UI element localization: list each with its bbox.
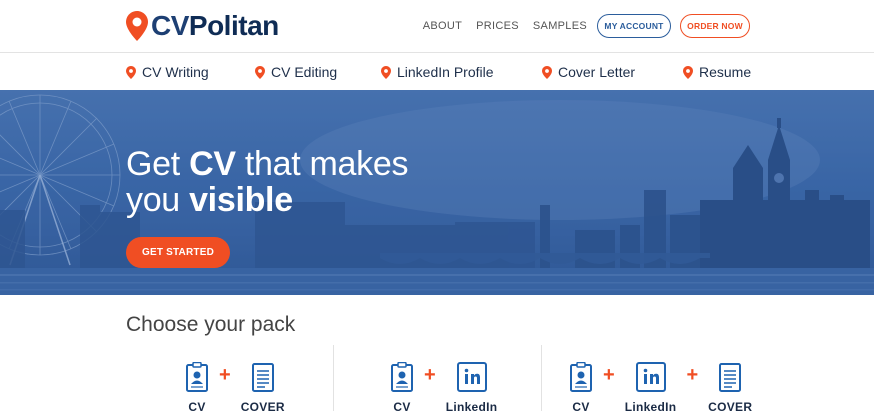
service-label: Cover Letter — [558, 64, 636, 80]
pack-item-cover: COVER — [708, 362, 752, 411]
cover-letter-icon — [251, 363, 274, 392]
location-pin-icon — [255, 65, 265, 79]
my-account-button[interactable]: MY ACCOUNT — [597, 14, 671, 38]
top-navigation: ABOUT PRICES SAMPLES MY ACCOUNT ORDER NO… — [423, 14, 750, 38]
location-pin-icon — [381, 65, 391, 79]
cv-document-icon — [186, 362, 208, 392]
linkedin-icon — [456, 362, 487, 392]
location-pin-icon — [126, 65, 136, 79]
location-pin-icon — [683, 65, 693, 79]
hero-headline: Get CV that makes you visible — [126, 145, 409, 219]
hero-banner: Get CV that makes you visible GET STARTE… — [0, 90, 874, 295]
pack-item-cv: CV — [390, 362, 414, 411]
service-resume[interactable]: Resume — [683, 64, 751, 80]
service-label: CV Editing — [271, 64, 338, 80]
nav-samples-link[interactable]: SAMPLES — [533, 20, 587, 32]
location-pin-icon — [542, 65, 552, 79]
cover-letter-icon — [719, 363, 742, 392]
order-now-button[interactable]: ORDER NOW — [680, 14, 750, 38]
logo-text: CVPolitan — [151, 10, 279, 41]
linkedin-icon — [635, 362, 666, 392]
cv-document-icon — [570, 362, 592, 392]
pack-cv-linkedin[interactable]: CV + LinkedIn — [390, 362, 497, 411]
pack-item-linkedin: LinkedIn — [446, 362, 498, 411]
logo[interactable]: CVPolitan — [126, 10, 279, 42]
pack-item-cv: CV — [569, 362, 593, 411]
site-header: CVPolitan ABOUT PRICES SAMPLES MY ACCOUN… — [0, 0, 874, 53]
service-navigation: CV Writing CV Editing LinkedIn Profile C… — [0, 54, 874, 90]
pack-item-cv: CV — [185, 362, 209, 411]
get-started-button[interactable]: GET STARTED — [126, 237, 230, 268]
nav-prices-link[interactable]: PRICES — [476, 20, 519, 32]
choose-pack-heading: Choose your pack — [126, 313, 296, 336]
service-label: LinkedIn Profile — [397, 64, 494, 80]
nav-about-link[interactable]: ABOUT — [423, 20, 462, 32]
service-linkedin-profile[interactable]: LinkedIn Profile — [381, 64, 494, 80]
pack-divider — [333, 345, 334, 411]
service-label: Resume — [699, 64, 752, 80]
cv-document-icon — [391, 362, 413, 392]
pack-divider — [541, 345, 542, 411]
plus-icon: + — [603, 364, 615, 386]
service-label: CV Writing — [142, 64, 209, 80]
service-cv-editing[interactable]: CV Editing — [255, 64, 337, 80]
pack-item-linkedin: LinkedIn — [625, 362, 677, 411]
plus-icon: + — [686, 364, 699, 386]
pack-item-cover: COVER — [241, 362, 285, 411]
pack-cv-linkedin-cover[interactable]: CV + LinkedIn + COVER — [569, 362, 752, 411]
plus-icon: + — [424, 364, 436, 386]
service-cv-writing[interactable]: CV Writing — [126, 64, 209, 80]
plus-icon: + — [219, 364, 231, 386]
pack-cv-cover[interactable]: CV + COVER — [185, 362, 285, 411]
location-pin-icon — [126, 11, 148, 41]
service-cover-letter[interactable]: Cover Letter — [542, 64, 635, 80]
